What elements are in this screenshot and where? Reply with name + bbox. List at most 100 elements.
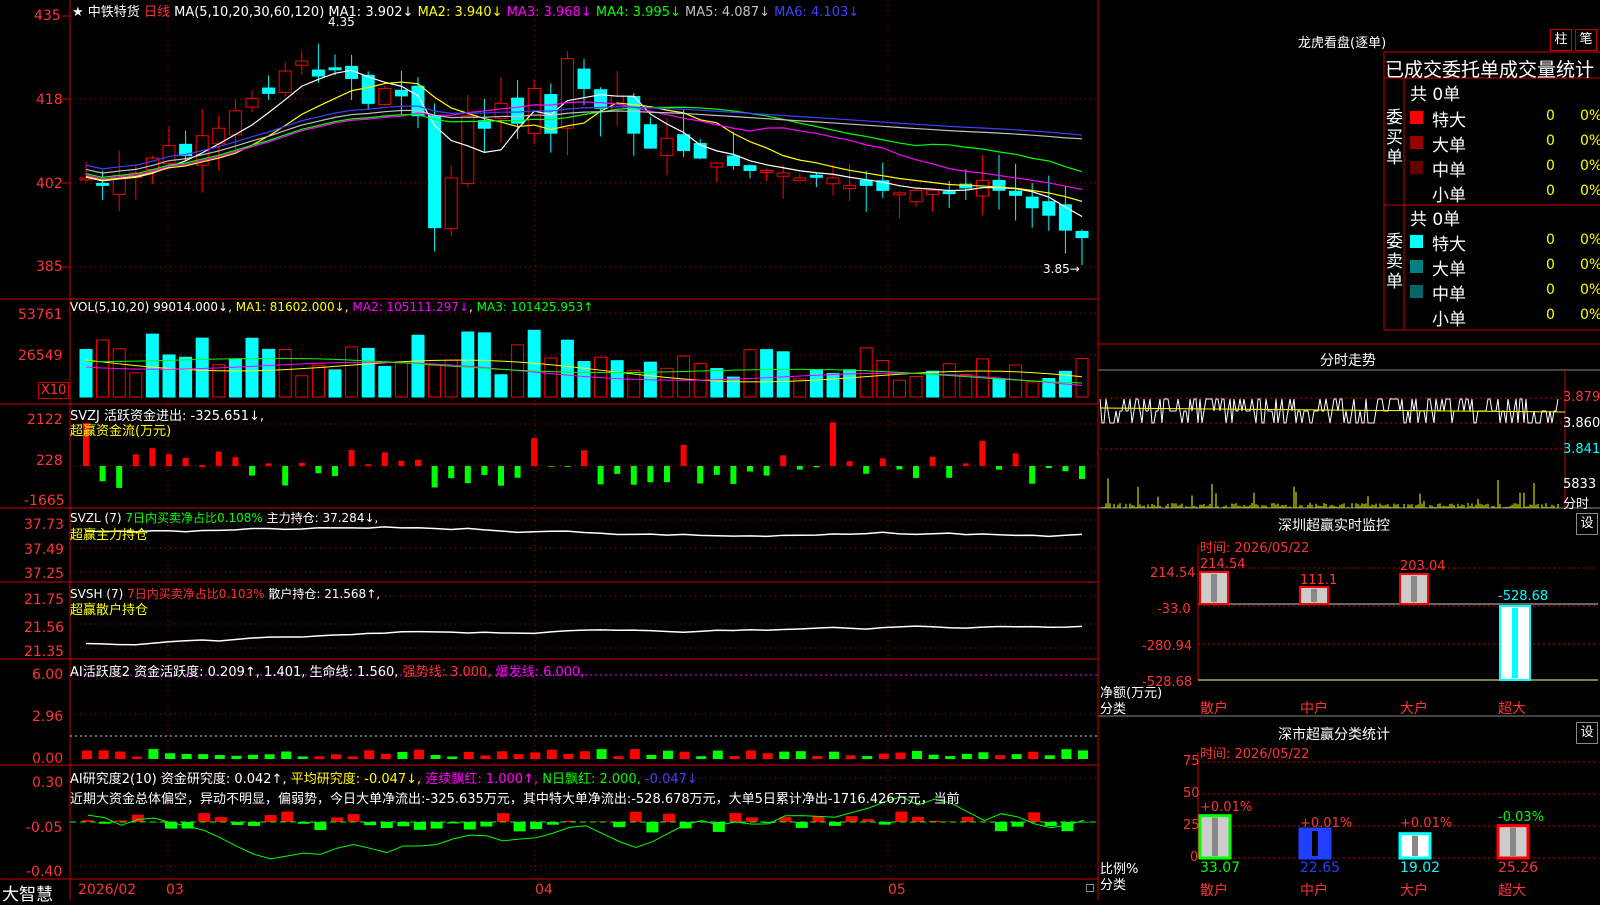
svzj-bar	[183, 458, 189, 466]
ai-active-bar	[1028, 752, 1038, 759]
ai-active-bar	[414, 750, 424, 759]
monitor-bar-core	[1311, 589, 1317, 602]
ai-active-d: 强势线: 3.000,	[403, 665, 492, 680]
order-stat-row[interactable]: 特大 0 0%	[1408, 230, 1598, 252]
lhb-header: 已成交委托单成交量统计	[1385, 55, 1594, 82]
svzj-bar	[797, 466, 803, 470]
order-stat-row[interactable]: 小单 0 0%	[1408, 181, 1598, 203]
svzj-tick: 228	[36, 453, 63, 469]
ai-research-bar	[497, 813, 509, 822]
sz-monitor-settings-button[interactable]: 设	[1576, 513, 1598, 535]
intraday-vol-label: 5833	[1563, 477, 1596, 492]
svzj-bar	[548, 466, 554, 467]
ai-research-summary: 近期大资金总体偏空，异动不明显，偏弱势，今日大单净流出:-325.635万元，其…	[70, 788, 1098, 807]
sz-class-settings-button[interactable]: 设	[1576, 722, 1598, 744]
candle	[827, 178, 839, 184]
ai-research-bar	[464, 822, 476, 829]
ai-active-bar	[298, 756, 308, 759]
ai-research-bar	[265, 815, 277, 822]
order-stat-row[interactable]: 中单 0 0%	[1408, 156, 1598, 178]
ai-research-bar	[613, 822, 625, 827]
vol-tick: 26549	[18, 348, 63, 364]
order-stat-row[interactable]: 大单 0 0%	[1408, 131, 1598, 153]
svzj-bar	[979, 441, 985, 466]
svzj-bar	[631, 466, 637, 485]
candle	[1043, 202, 1055, 216]
ma-header: MA(5,10,20,30,60,120)	[174, 5, 324, 20]
ai-active-bar	[978, 752, 988, 759]
ai-active-bar	[962, 754, 972, 759]
svzj-bar	[531, 438, 537, 466]
volume-bar	[893, 380, 905, 397]
candle	[462, 116, 474, 184]
svzj-bar	[714, 466, 720, 475]
class-pct-label: 22.65	[1300, 860, 1340, 876]
order-type-label: 大单	[1432, 255, 1466, 280]
star-icon[interactable]: ★	[72, 5, 84, 20]
high-price-mark: 4.35	[328, 15, 355, 29]
order-stat-row[interactable]: 特大 0 0%	[1408, 106, 1598, 128]
svzj-bar	[847, 461, 853, 466]
order-type-label: 小单	[1432, 305, 1466, 330]
candle	[595, 90, 607, 109]
svzj-bar	[730, 466, 736, 484]
main-chart-area[interactable]	[0, 0, 1600, 900]
ai-active-bar	[148, 749, 158, 759]
svzj-bar	[1029, 466, 1035, 484]
svzj-bar	[681, 445, 687, 466]
ai-research-bar	[381, 822, 393, 828]
order-stat-row[interactable]: 大单 0 0%	[1408, 255, 1598, 277]
ai-research-tick: -0.05	[26, 820, 62, 836]
order-count: 0	[1546, 232, 1555, 248]
volume-bar	[346, 347, 358, 397]
class-change-label: -0.03%	[1498, 810, 1544, 825]
candle	[727, 156, 739, 166]
ai-active-bar	[1061, 749, 1071, 759]
order-pct: 0%	[1580, 108, 1600, 124]
ai-active-bar	[846, 755, 856, 759]
svzj-bar	[149, 448, 155, 466]
order-stat-row[interactable]: 小单 0 0%	[1408, 305, 1598, 327]
class-category-label: 散户	[1200, 880, 1228, 900]
sz-class-tick: 75	[1183, 754, 1200, 769]
ai-active-bar	[514, 754, 524, 759]
period-label[interactable]: 日线	[144, 5, 170, 20]
sz-class-xlabel: 分类	[1100, 874, 1126, 893]
monitor-bar	[1400, 574, 1428, 604]
ai-research-bar	[630, 812, 642, 822]
volume-bar	[263, 349, 275, 397]
monitor-bar-core	[1512, 608, 1518, 678]
ai-active-bar	[613, 756, 623, 759]
tick-mode-button[interactable]: 笔	[1575, 29, 1597, 51]
ai-active-bar	[1045, 755, 1055, 759]
monitor-value-label: 203.04	[1400, 559, 1446, 574]
ai-research-bar	[480, 822, 492, 826]
ai-active-group	[82, 749, 1088, 759]
ai-active-bar	[431, 755, 441, 759]
candle	[263, 88, 275, 93]
svzl-title: SVZL (7)	[70, 511, 122, 525]
sz-class-tick: 50	[1183, 786, 1200, 801]
bar-mode-button[interactable]: 柱	[1550, 29, 1572, 51]
candle	[993, 180, 1005, 190]
volume-group	[80, 330, 1088, 397]
sz-monitor-tick: 214.54	[1150, 566, 1196, 581]
ai-research-bar	[829, 822, 841, 826]
volume-bar	[827, 373, 839, 397]
order-count: 0	[1546, 282, 1555, 298]
volume-header: VOL(5,10,20) 99014.000↓, MA1: 81602.000↓…	[70, 300, 593, 314]
lock-icon[interactable]	[1086, 884, 1094, 892]
order-stat-row[interactable]: 中单 0 0%	[1408, 280, 1598, 302]
sz-monitor-time: 时间: 2026/05/22	[1200, 537, 1309, 556]
svzj-sub: 超赢资金流(万元)	[70, 420, 171, 439]
candle	[860, 180, 872, 185]
buy-order-label: 委买单	[1386, 108, 1402, 168]
svzj-bar	[266, 463, 272, 466]
sell-order-label: 委卖单	[1386, 232, 1402, 292]
svzj-bar	[365, 464, 371, 466]
ma-value: MA6: 4.103↓	[770, 5, 859, 20]
monitor-bar	[1200, 572, 1228, 604]
ai-research-header: AI研究度2(10) 资金研究度: 0.042↑, 平均研究度: -0.047↓…	[70, 768, 698, 787]
volume-bar	[379, 366, 391, 397]
order-pct: 0%	[1580, 307, 1600, 323]
